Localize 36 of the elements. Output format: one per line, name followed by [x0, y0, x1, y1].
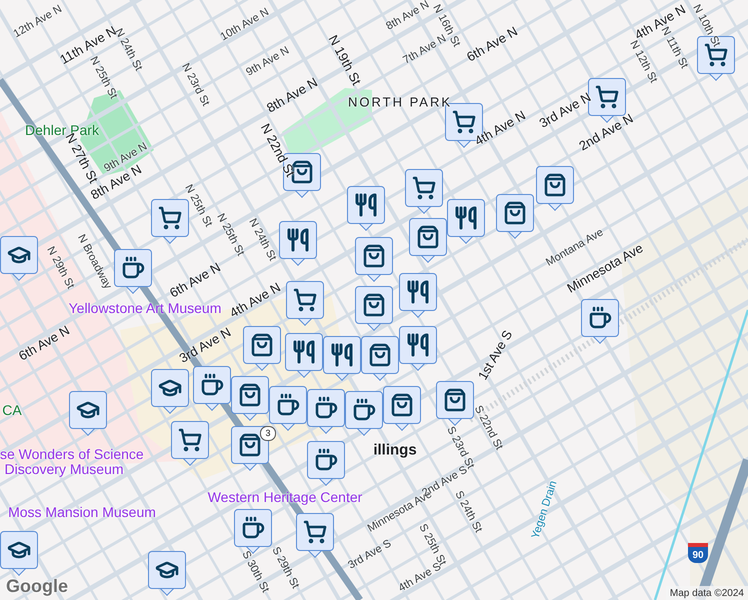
- google-logo: Google: [6, 576, 68, 596]
- place-label: se Wonders of Science: [0, 447, 144, 461]
- street-label: 3rd Ave S: [346, 538, 394, 572]
- street-label: 3rd Ave N: [177, 325, 233, 365]
- waterway-label: Yegen Drain: [530, 480, 560, 540]
- street-label: 6th Ave N: [464, 24, 520, 64]
- street-label: S 22nd St: [472, 404, 504, 452]
- street-label: 6th Ave N: [167, 260, 223, 300]
- street-label: N 23rd St: [179, 62, 211, 108]
- street-label: 7th Ave N: [402, 33, 448, 67]
- street-label: N 12th St: [627, 39, 659, 85]
- place-label: Discovery Museum: [4, 462, 124, 476]
- street-label: N 25th St: [214, 212, 246, 258]
- street-label: 12th Ave N: [12, 4, 64, 40]
- street-label: N 19th St: [326, 33, 364, 87]
- street-label: S 24th St: [452, 489, 484, 535]
- street-label: N 25th St: [87, 55, 119, 101]
- street-label: N 22nd St: [258, 121, 298, 179]
- street-label: N 29th St: [44, 245, 76, 291]
- place-label: Yellowstone Art Museum: [68, 301, 222, 315]
- street-label: S 29th St: [270, 545, 300, 591]
- city-label: illings: [373, 442, 417, 458]
- street-label: 10th Ave N: [219, 6, 271, 44]
- street-label: 8th Ave N: [384, 0, 432, 33]
- street-label: 1st Ave S: [476, 328, 514, 382]
- park-label: CA: [2, 403, 22, 417]
- interstate-shield: 90: [688, 543, 708, 563]
- street-label: 4th Ave N: [227, 280, 283, 320]
- street-label: N 10th St: [690, 3, 722, 49]
- street-label: 4th Ave N: [472, 108, 528, 148]
- district-label: NORTH PARK: [348, 96, 452, 108]
- street-label: N 24th St: [246, 217, 278, 263]
- street-label: 6th Ave N: [16, 323, 72, 363]
- place-label: Moss Mansion Museum: [8, 505, 156, 519]
- street-label: N 25th St: [182, 183, 214, 229]
- street-label: S 30th St: [240, 549, 270, 595]
